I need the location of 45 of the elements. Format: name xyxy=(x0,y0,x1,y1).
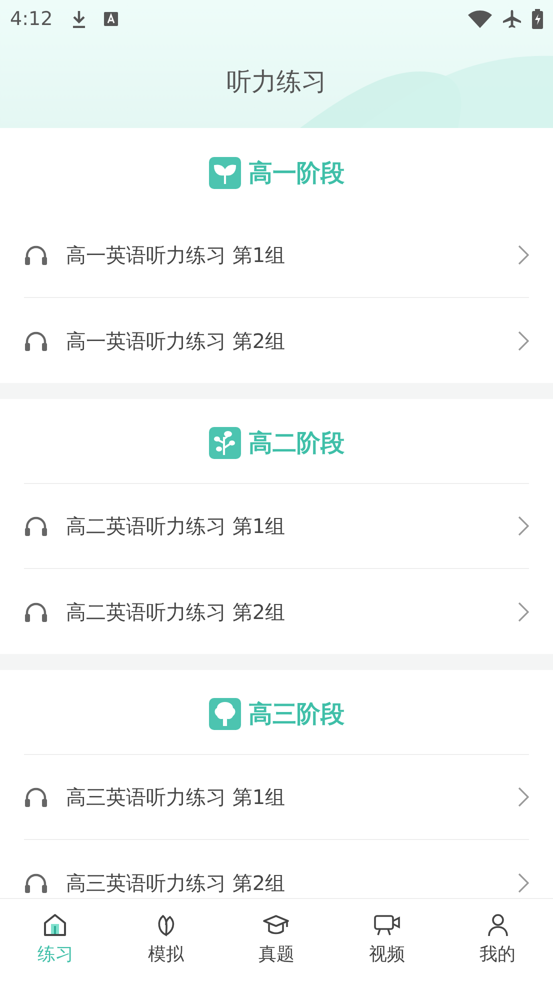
chevron-right-icon xyxy=(518,245,529,265)
video-camera-icon xyxy=(374,913,400,937)
nav-tab[interactable]: 模拟 xyxy=(110,899,222,984)
item-label: 高三英语听力练习 第2组 xyxy=(66,870,286,896)
chevron-right-icon xyxy=(518,872,529,892)
list-item[interactable]: 高三英语听力练习 第2组 xyxy=(24,840,529,898)
nav-tab[interactable]: 视频 xyxy=(332,899,442,984)
home-icon xyxy=(43,913,68,937)
list-item[interactable]: 高二英语听力练习 第2组 xyxy=(24,569,529,654)
nav-tab[interactable]: 我的 xyxy=(442,899,553,984)
list-item[interactable]: 高二英语听力练习 第1组 xyxy=(24,484,529,569)
list-item[interactable]: 高三英语听力练习 第1组 xyxy=(24,755,529,840)
headphones-icon xyxy=(24,786,48,808)
tree-icon xyxy=(208,698,240,730)
headphones-icon xyxy=(24,872,48,894)
person-icon xyxy=(486,913,510,937)
headphones-icon xyxy=(24,600,48,622)
airplane-mode-icon xyxy=(502,9,522,29)
chevron-right-icon xyxy=(518,330,529,350)
page-title: 听力练习 xyxy=(226,66,326,98)
list-item[interactable]: 高一英语听力练习 第1组 xyxy=(24,213,529,298)
item-label: 高三英语听力练习 第1组 xyxy=(66,784,286,811)
plant-icon xyxy=(208,427,240,459)
item-label: 高二英语听力练习 第2组 xyxy=(66,598,286,626)
headphones-icon xyxy=(24,330,48,352)
section-title: 高三阶段 xyxy=(248,699,344,730)
chevron-right-icon xyxy=(518,787,529,807)
status-time: 4:12 xyxy=(10,6,53,32)
headphones-icon xyxy=(24,515,48,537)
headphones-icon xyxy=(24,244,48,266)
battery-charging-icon xyxy=(532,9,543,29)
keyboard-icon xyxy=(104,12,118,26)
list-item[interactable]: 高一英语听力练习 第2组 xyxy=(24,298,529,383)
chevron-right-icon xyxy=(518,602,529,622)
graduation-cap-icon xyxy=(263,913,290,937)
item-label: 高二英语听力练习 第1组 xyxy=(66,513,286,540)
nav-tab[interactable]: 真题 xyxy=(221,899,332,984)
chevron-right-icon xyxy=(518,516,529,536)
download-icon xyxy=(70,10,87,28)
wifi-icon xyxy=(468,10,492,28)
section-title: 高二阶段 xyxy=(248,428,344,459)
sprout-icon xyxy=(208,156,240,188)
section-title: 高一阶段 xyxy=(248,158,344,188)
item-label: 高一英语听力练习 第1组 xyxy=(66,242,286,269)
item-label: 高一英语听力练习 第2组 xyxy=(66,328,286,354)
